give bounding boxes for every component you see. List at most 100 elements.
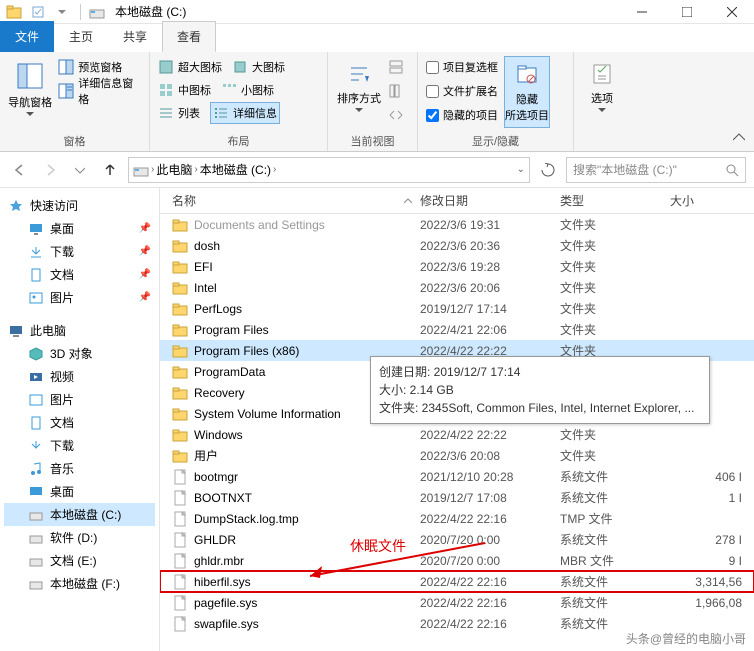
layout-extra-large[interactable]: 超大图标 xyxy=(158,56,222,78)
sidebar-videos[interactable]: 视频 xyxy=(4,365,155,388)
file-date: 2022/4/22 22:16 xyxy=(420,575,560,589)
sidebar-edrive[interactable]: 文档 (E:) xyxy=(4,549,155,572)
collapse-ribbon-button[interactable] xyxy=(730,129,748,147)
chevron-down-icon[interactable]: ⌄ xyxy=(517,164,525,175)
column-size[interactable]: 大小 xyxy=(670,192,754,209)
sidebar-fdrive[interactable]: 本地磁盘 (F:) xyxy=(4,572,155,595)
file-size: 1 I xyxy=(670,491,754,505)
file-type: 文件夹 xyxy=(560,258,670,275)
qat-button[interactable] xyxy=(28,2,48,22)
maximize-button[interactable] xyxy=(664,0,709,24)
tab-file[interactable]: 文件 xyxy=(0,21,54,52)
details-pane-button[interactable]: 详细信息窗格 xyxy=(58,80,141,102)
back-button[interactable] xyxy=(8,158,32,182)
sidebar-desktop[interactable]: 桌面📌 xyxy=(4,217,155,240)
sidebar-pictures2[interactable]: 图片 xyxy=(4,388,155,411)
refresh-button[interactable] xyxy=(536,158,560,182)
file-row[interactable]: dosh2022/3/6 20:36文件夹 xyxy=(160,235,754,256)
tab-view[interactable]: 查看 xyxy=(162,21,216,52)
file-name: GHLDR xyxy=(194,533,236,547)
file-date: 2020/7/20 0:00 xyxy=(420,554,560,568)
sidebar-3dobjects[interactable]: 3D 对象 xyxy=(4,342,155,365)
column-date[interactable]: 修改日期 xyxy=(420,192,560,209)
file-row[interactable]: EFI2022/3/6 19:28文件夹 xyxy=(160,256,754,277)
file-name: dosh xyxy=(194,239,220,253)
close-button[interactable] xyxy=(709,0,754,24)
file-row[interactable]: pagefile.sys2022/4/22 22:16系统文件1,966,08 xyxy=(160,592,754,613)
group-by-button[interactable] xyxy=(388,56,404,78)
file-icon xyxy=(172,553,188,569)
layout-small[interactable]: 小图标 xyxy=(221,79,274,101)
file-row[interactable]: Windows2022/4/22 22:22文件夹 xyxy=(160,424,754,445)
file-row[interactable]: PerfLogs2019/12/7 17:14文件夹 xyxy=(160,298,754,319)
sidebar-documents[interactable]: 文档📌 xyxy=(4,263,155,286)
hidden-items-toggle[interactable]: 隐藏的项目 xyxy=(426,104,498,126)
file-date: 2022/3/6 20:36 xyxy=(420,239,560,253)
sidebar-pictures[interactable]: 图片📌 xyxy=(4,286,155,309)
hide-selected-button[interactable]: 隐藏 所选项目 xyxy=(504,56,550,128)
file-row[interactable]: DumpStack.log.tmp2022/4/22 22:16TMP 文件 xyxy=(160,508,754,529)
add-columns-button[interactable] xyxy=(388,80,404,102)
nav-pane-button[interactable]: 导航窗格 xyxy=(8,56,52,121)
file-row[interactable]: hiberfil.sys2022/4/22 22:16系统文件3,314,56 xyxy=(160,571,754,592)
file-extensions-toggle[interactable]: 文件扩展名 xyxy=(426,80,498,102)
breadcrumb-thispc[interactable]: 此电脑 xyxy=(156,161,192,178)
sidebar-ddrive[interactable]: 软件 (D:) xyxy=(4,526,155,549)
file-type: 系统文件 xyxy=(560,594,670,611)
sidebar-music[interactable]: 音乐 xyxy=(4,457,155,480)
file-size: 3,314,56 xyxy=(670,575,754,589)
file-row[interactable]: bootmgr2021/12/10 20:28系统文件406 I xyxy=(160,466,754,487)
file-name: ProgramData xyxy=(194,365,265,379)
pictures-icon xyxy=(28,290,44,306)
tab-home[interactable]: 主页 xyxy=(54,21,108,52)
column-name[interactable]: 名称 xyxy=(160,192,420,209)
minimize-button[interactable] xyxy=(619,0,664,24)
folder-icon xyxy=(172,427,188,443)
qat-dropdown[interactable] xyxy=(52,2,72,22)
window-title: 本地磁盘 (C:) xyxy=(109,3,619,20)
search-icon[interactable] xyxy=(725,163,739,177)
layout-details[interactable]: 详细信息 xyxy=(210,102,280,124)
file-icon xyxy=(172,616,188,632)
file-row[interactable]: Program Files2022/4/21 22:06文件夹 xyxy=(160,319,754,340)
tab-share[interactable]: 共享 xyxy=(108,21,162,52)
layout-large[interactable]: 大图标 xyxy=(232,56,285,78)
layout-medium[interactable]: 中图标 xyxy=(158,79,211,101)
file-type: 系统文件 xyxy=(560,573,670,590)
sidebar-downloads[interactable]: 下载📌 xyxy=(4,240,155,263)
file-row[interactable]: Documents and Settings2022/3/6 19:31文件夹 xyxy=(160,214,754,235)
file-type: 文件夹 xyxy=(560,447,670,464)
file-row[interactable]: 用户2022/3/6 20:08文件夹 xyxy=(160,445,754,466)
breadcrumb[interactable]: › 此电脑 › 本地磁盘 (C:) › ⌄ xyxy=(128,157,530,183)
file-name: Recovery xyxy=(194,386,245,400)
forward-button[interactable] xyxy=(38,158,62,182)
sidebar-cdrive[interactable]: 本地磁盘 (C:) xyxy=(4,503,155,526)
file-row[interactable]: ghldr.mbr2020/7/20 0:00MBR 文件9 I xyxy=(160,550,754,571)
file-row[interactable]: GHLDR2020/7/20 0:00系统文件278 I xyxy=(160,529,754,550)
file-name: Documents and Settings xyxy=(194,218,325,232)
item-checkboxes-toggle[interactable]: 项目复选框 xyxy=(426,56,498,78)
size-columns-button[interactable] xyxy=(388,104,404,126)
chevron-right-icon[interactable]: › xyxy=(194,164,197,175)
file-row[interactable]: Intel2022/3/6 20:06文件夹 xyxy=(160,277,754,298)
sidebar-downloads2[interactable]: 下载 xyxy=(4,434,155,457)
breadcrumb-cdrive[interactable]: 本地磁盘 (C:) xyxy=(200,161,271,178)
file-size: 9 I xyxy=(670,554,754,568)
file-name: DumpStack.log.tmp xyxy=(194,512,299,526)
folder-icon xyxy=(172,343,188,359)
file-type: 系统文件 xyxy=(560,531,670,548)
column-type[interactable]: 类型 xyxy=(560,192,670,209)
file-row[interactable]: BOOTNXT2019/12/7 17:08系统文件1 I xyxy=(160,487,754,508)
chevron-right-icon[interactable]: › xyxy=(151,164,154,175)
sidebar-thispc[interactable]: 此电脑 xyxy=(4,319,155,342)
layout-list[interactable]: 列表 xyxy=(158,102,200,124)
chevron-right-icon[interactable]: › xyxy=(273,164,276,175)
sort-by-button[interactable]: 排序方式 xyxy=(336,56,382,117)
sidebar-desktop2[interactable]: 桌面 xyxy=(4,480,155,503)
sidebar-documents2[interactable]: 文档 xyxy=(4,411,155,434)
search-input[interactable]: 搜索"本地磁盘 (C:)" xyxy=(566,157,746,183)
recent-button[interactable] xyxy=(68,158,92,182)
sidebar-quick-access[interactable]: 快速访问 xyxy=(4,194,155,217)
options-button[interactable]: 选项 xyxy=(582,56,622,117)
up-button[interactable] xyxy=(98,158,122,182)
